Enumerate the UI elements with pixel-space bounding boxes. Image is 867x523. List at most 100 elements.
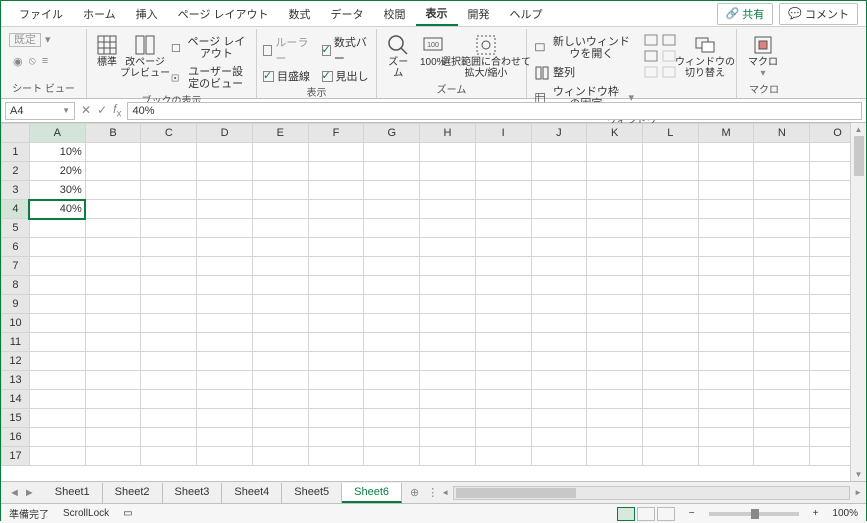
cell-E10[interactable] (252, 314, 308, 333)
cell-E12[interactable] (252, 352, 308, 371)
cell-C12[interactable] (141, 352, 197, 371)
cell-L6[interactable] (642, 238, 698, 257)
menu-tab-review[interactable]: 校閲 (374, 3, 416, 25)
sheet-tab-Sheet3[interactable]: Sheet3 (163, 483, 223, 503)
row-header-16[interactable]: 16 (2, 428, 30, 447)
cell-A16[interactable] (29, 428, 85, 447)
comment-button[interactable]: 💬コメント (779, 3, 858, 25)
cell-C3[interactable] (141, 181, 197, 200)
cell-N8[interactable] (754, 276, 810, 295)
cell-A10[interactable] (29, 314, 85, 333)
sheet-tab-Sheet5[interactable]: Sheet5 (282, 483, 342, 503)
chevron-down-icon[interactable]: ▼ (62, 106, 70, 115)
cell-F6[interactable] (308, 238, 364, 257)
cell-G17[interactable] (364, 447, 420, 466)
col-header-B[interactable]: B (85, 124, 141, 143)
normal-view-button[interactable]: 標準 (93, 31, 121, 70)
row-header-9[interactable]: 9 (2, 295, 30, 314)
cell-L8[interactable] (642, 276, 698, 295)
cell-B9[interactable] (85, 295, 141, 314)
cell-M7[interactable] (698, 257, 754, 276)
cell-L15[interactable] (642, 409, 698, 428)
cell-E13[interactable] (252, 371, 308, 390)
cell-D8[interactable] (197, 276, 253, 295)
cell-C13[interactable] (141, 371, 197, 390)
cell-H12[interactable] (420, 352, 476, 371)
cell-B4[interactable] (85, 200, 141, 219)
custom-view-button[interactable]: ユーザー設定のビュー (169, 64, 250, 92)
cell-M16[interactable] (698, 428, 754, 447)
cell-L9[interactable] (642, 295, 698, 314)
name-box[interactable]: A4▼ (5, 102, 75, 120)
cell-A7[interactable] (29, 257, 85, 276)
col-header-L[interactable]: L (642, 124, 698, 143)
cell-J3[interactable] (531, 181, 587, 200)
row-header-13[interactable]: 13 (2, 371, 30, 390)
cell-M4[interactable] (698, 200, 754, 219)
menu-tab-pagelayout[interactable]: ページ レイアウト (168, 3, 279, 25)
cell-H5[interactable] (420, 219, 476, 238)
cell-E14[interactable] (252, 390, 308, 409)
scroll-up-icon[interactable]: ▲ (855, 125, 863, 134)
cell-K16[interactable] (587, 428, 643, 447)
sync-scroll-icon[interactable] (662, 34, 676, 49)
cell-E9[interactable] (252, 295, 308, 314)
new-window-button[interactable]: 新しいウィンドウを開く (533, 34, 636, 62)
cell-N1[interactable] (754, 143, 810, 162)
cell-A13[interactable] (29, 371, 85, 390)
cell-N13[interactable] (754, 371, 810, 390)
spreadsheet-grid[interactable]: ABCDEFGHIJKLMNO110%220%330%440%567891011… (1, 123, 866, 481)
formula-input[interactable]: 40% (127, 102, 862, 120)
cell-J11[interactable] (531, 333, 587, 352)
cell-K17[interactable] (587, 447, 643, 466)
cell-H1[interactable] (420, 143, 476, 162)
gridlines-checkbox[interactable]: 目盛線 (263, 68, 312, 84)
cell-K3[interactable] (587, 181, 643, 200)
cell-F1[interactable] (308, 143, 364, 162)
cell-E5[interactable] (252, 219, 308, 238)
cell-G8[interactable] (364, 276, 420, 295)
row-header-14[interactable]: 14 (2, 390, 30, 409)
eye-icon[interactable]: ◉ (13, 55, 23, 68)
cell-I3[interactable] (475, 181, 531, 200)
zoom-button[interactable]: ズーム (383, 31, 414, 81)
cell-M12[interactable] (698, 352, 754, 371)
cell-C14[interactable] (141, 390, 197, 409)
cell-F13[interactable] (308, 371, 364, 390)
share-button[interactable]: 🔗共有 (717, 3, 774, 25)
cell-H8[interactable] (420, 276, 476, 295)
cell-N12[interactable] (754, 352, 810, 371)
cell-F5[interactable] (308, 219, 364, 238)
cell-J5[interactable] (531, 219, 587, 238)
col-header-M[interactable]: M (698, 124, 754, 143)
cell-J8[interactable] (531, 276, 587, 295)
cell-L7[interactable] (642, 257, 698, 276)
cell-H4[interactable] (420, 200, 476, 219)
row-header-17[interactable]: 17 (2, 447, 30, 466)
cell-F15[interactable] (308, 409, 364, 428)
cell-J15[interactable] (531, 409, 587, 428)
cell-D12[interactable] (197, 352, 253, 371)
cell-E7[interactable] (252, 257, 308, 276)
cell-D5[interactable] (197, 219, 253, 238)
cell-G4[interactable] (364, 200, 420, 219)
row-header-2[interactable]: 2 (2, 162, 30, 181)
cell-K5[interactable] (587, 219, 643, 238)
cell-H13[interactable] (420, 371, 476, 390)
sheet-tab-Sheet2[interactable]: Sheet2 (103, 483, 163, 503)
sheet-tab-Sheet1[interactable]: Sheet1 (43, 483, 103, 503)
cell-N6[interactable] (754, 238, 810, 257)
cell-I10[interactable] (475, 314, 531, 333)
cell-D9[interactable] (197, 295, 253, 314)
scroll-right-icon[interactable]: ► (854, 488, 862, 497)
cell-B10[interactable] (85, 314, 141, 333)
cell-C16[interactable] (141, 428, 197, 447)
page-layout-button[interactable]: ページ レイアウト (169, 34, 250, 62)
cell-L4[interactable] (642, 200, 698, 219)
cell-D2[interactable] (197, 162, 253, 181)
cell-A11[interactable] (29, 333, 85, 352)
cell-G5[interactable] (364, 219, 420, 238)
cell-D4[interactable] (197, 200, 253, 219)
cell-I5[interactable] (475, 219, 531, 238)
cell-I6[interactable] (475, 238, 531, 257)
